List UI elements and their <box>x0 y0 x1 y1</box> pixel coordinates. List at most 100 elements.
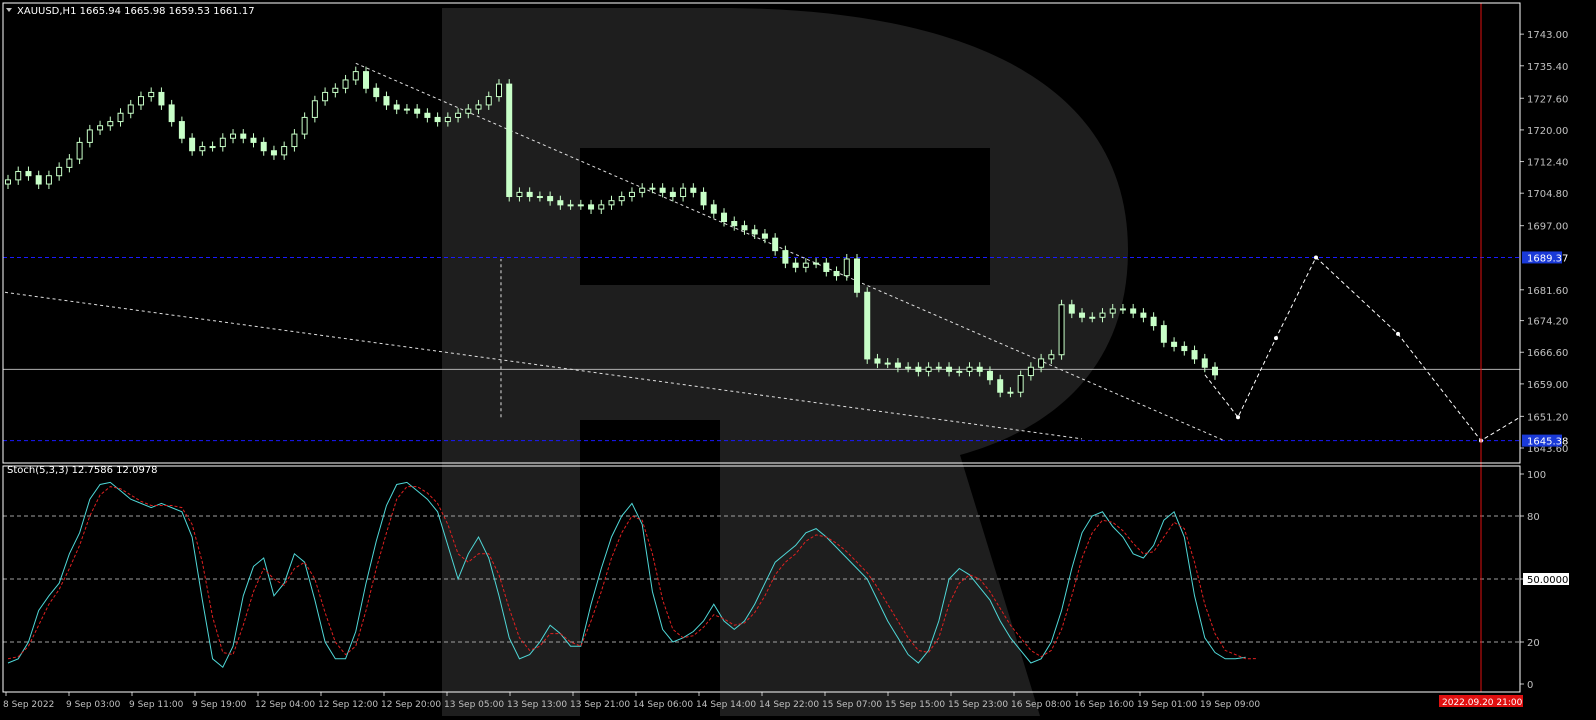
candle-body <box>1119 308 1126 311</box>
candle-body <box>659 187 666 193</box>
candle-body <box>598 204 605 210</box>
candle <box>127 99 134 119</box>
triangle-down-icon[interactable] <box>6 8 12 12</box>
candle <box>332 83 339 98</box>
candle <box>107 116 114 131</box>
candle-body <box>864 291 871 360</box>
candle-body <box>1150 316 1157 327</box>
time-tick-label: 12 Sep 20:00 <box>381 700 441 710</box>
candle-body <box>1068 304 1075 314</box>
candle-body <box>516 191 523 198</box>
candle-body <box>383 96 390 106</box>
candle-body <box>455 112 462 118</box>
candle <box>618 191 625 206</box>
candle <box>639 183 646 198</box>
candle-body <box>414 108 421 114</box>
candle <box>506 79 513 202</box>
price-tick-label: 1727.60 <box>1527 94 1568 105</box>
symbol-header: XAUUSD,H1 1665.94 1665.98 1659.53 1661.1… <box>17 6 255 17</box>
price-tick-label: 1735.40 <box>1527 62 1568 73</box>
candle-body <box>485 96 492 106</box>
time-tick-label: 12 Sep 04:00 <box>255 700 315 710</box>
candle <box>649 183 656 194</box>
candle-body <box>567 204 574 207</box>
candle <box>86 124 93 148</box>
candle <box>700 187 707 210</box>
candle <box>864 287 871 364</box>
candle <box>690 183 697 198</box>
candle <box>628 187 635 202</box>
candle-body <box>874 358 881 364</box>
candle-body <box>45 175 52 185</box>
price-axis: 1743.00 1735.40 1727.60 1720.00 1712.40 1704.… <box>1520 30 1568 455</box>
time-tick-label: 13 Sep 05:00 <box>444 700 504 710</box>
candle-body <box>434 116 441 123</box>
candle-body <box>741 225 748 231</box>
candle-body <box>178 121 185 139</box>
candle-body <box>322 91 329 102</box>
candle <box>434 112 441 127</box>
stoch-tick-label: 0 <box>1527 680 1533 691</box>
candle-body <box>639 187 646 193</box>
candle-body <box>475 104 482 110</box>
price-tick-label: 1720.00 <box>1527 126 1568 137</box>
candle-body <box>209 146 216 149</box>
candle <box>741 220 748 235</box>
candle <box>148 87 155 102</box>
candle <box>598 199 605 215</box>
chart-canvas[interactable]: 1743.00 1735.40 1727.60 1720.00 1712.40 1704.… <box>0 0 1596 716</box>
forecast-point-3 <box>1396 331 1400 336</box>
candle-body <box>833 270 840 277</box>
candle-body <box>76 141 83 160</box>
price-tick-label: 1666.60 <box>1527 348 1568 359</box>
time-tick-label: 9 Sep 11:00 <box>129 700 184 710</box>
candle <box>414 104 421 119</box>
time-tick-label: 19 Sep 09:00 <box>1200 700 1260 710</box>
candle <box>76 137 83 165</box>
candle-body <box>1027 366 1034 377</box>
stoch-tick-label: 100 <box>1527 470 1546 481</box>
candle-body <box>393 104 400 110</box>
candle <box>97 120 104 135</box>
candle-body <box>925 366 932 372</box>
candle <box>301 112 308 140</box>
candle-body <box>219 137 226 148</box>
candle <box>56 162 63 181</box>
candle-body <box>230 133 237 139</box>
candle-body <box>1171 341 1178 347</box>
stochastic-series <box>7 481 1256 668</box>
candle <box>588 199 595 215</box>
candle-body <box>608 200 615 206</box>
candle-body <box>997 379 1004 393</box>
time-tick-label: 15 Sep 07:00 <box>822 700 882 710</box>
time-tick-label: 9 Sep 19:00 <box>192 700 247 710</box>
candle-body <box>853 258 860 293</box>
candle <box>311 95 318 123</box>
candle <box>322 87 329 106</box>
candle-body <box>813 262 820 265</box>
candle-body <box>1099 312 1106 318</box>
candle-body <box>894 362 901 368</box>
candle-body <box>506 83 513 198</box>
candle-body <box>884 362 891 365</box>
candle-body <box>373 87 380 98</box>
time-tick-label: 14 Sep 14:00 <box>696 700 756 710</box>
price-tick-label: 1743.00 <box>1527 30 1568 41</box>
candle-body <box>946 366 953 372</box>
candle-body <box>189 137 196 152</box>
candle <box>342 74 349 94</box>
candle <box>260 137 267 156</box>
candle-body <box>1140 312 1147 318</box>
candle <box>813 258 820 269</box>
candle <box>168 99 175 127</box>
time-tick-label: 13 Sep 13:00 <box>507 700 567 710</box>
stochastic-axis: 100 80 50.0000 20 0 <box>1520 470 1569 691</box>
candle <box>383 91 390 110</box>
candle-body <box>761 233 768 239</box>
candle <box>240 129 247 144</box>
candle-body <box>363 71 370 89</box>
candle-body <box>588 204 595 210</box>
candle <box>35 170 42 190</box>
candle <box>403 104 410 115</box>
candle <box>1150 312 1157 331</box>
